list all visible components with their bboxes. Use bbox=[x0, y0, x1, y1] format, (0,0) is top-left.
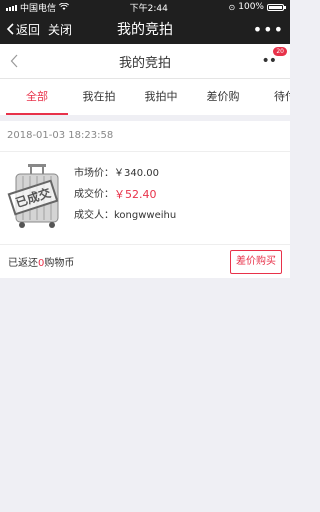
back-label: 返回 bbox=[16, 22, 41, 37]
status-time: 下午2:44 bbox=[129, 3, 168, 14]
wechat-title: 我的竞拍 bbox=[117, 22, 173, 38]
price-difference-buy-button[interactable]: 差价购买 bbox=[230, 249, 282, 274]
wechat-nav-bar: 返回 关闭 我的竞拍 ••• bbox=[0, 14, 290, 44]
tab-all[interactable]: 全部 bbox=[6, 79, 68, 115]
tab-price-difference[interactable]: 差价购 bbox=[192, 79, 254, 115]
chevron-left-icon bbox=[10, 54, 18, 68]
status-right: ⊙ 100% bbox=[228, 2, 286, 12]
status-bar: 中国电信 下午2:44 ⊙ 100% bbox=[0, 0, 290, 14]
product-image: 已成交 bbox=[7, 162, 66, 230]
status-left: 中国电信 bbox=[6, 1, 70, 14]
page-more-button[interactable]: •• bbox=[261, 53, 276, 69]
buyer-value: kongwweihu bbox=[114, 210, 177, 221]
back-button[interactable]: 返回 bbox=[6, 21, 40, 38]
battery-percent: 100% bbox=[238, 2, 264, 12]
orientation-lock-icon: ⊙ bbox=[228, 2, 236, 12]
order-product[interactable]: 已成交 市场价： ￥340.00 成交价： ￥52.40 成交人： kongww… bbox=[0, 152, 290, 244]
buyer-row: 成交人： kongwweihu bbox=[74, 205, 176, 226]
market-price-value: ￥340.00 bbox=[114, 168, 159, 179]
signal-icon bbox=[6, 3, 17, 11]
top-bar: 中国电信 下午2:44 ⊙ 100% 返回 关闭 我的竞拍 ••• bbox=[0, 0, 290, 44]
deal-price-value: ￥52.40 bbox=[114, 188, 157, 201]
more-options-button[interactable]: ••• bbox=[253, 20, 284, 39]
wifi-icon bbox=[59, 3, 70, 10]
deal-price-label: 成交价： bbox=[74, 189, 114, 200]
tab-won[interactable]: 我拍中 bbox=[130, 79, 192, 115]
tab-pending-payment[interactable]: 待付 bbox=[254, 79, 290, 115]
page-title: 我的竞拍 bbox=[118, 55, 171, 71]
battery-icon bbox=[266, 3, 286, 11]
tab-bar: 全部 我在拍 我拍中 差价购 待付 bbox=[0, 79, 290, 115]
tab-bidding[interactable]: 我在拍 bbox=[68, 79, 130, 115]
order-card: 2018-01-03 18:23:58 已成交 市场价： ￥340.00 成交价… bbox=[0, 121, 290, 278]
product-info: 市场价： ￥340.00 成交价： ￥52.40 成交人： kongwweihu bbox=[74, 162, 176, 236]
returned-prefix: 已返还 bbox=[8, 258, 38, 269]
buyer-label: 成交人： bbox=[74, 210, 114, 221]
page-header: 我的竞拍 •• 20 bbox=[0, 44, 290, 79]
message-badge: 20 bbox=[273, 47, 287, 56]
returned-suffix: 购物币 bbox=[44, 258, 75, 269]
carrier-label: 中国电信 bbox=[20, 3, 57, 14]
order-timestamp: 2018-01-03 18:23:58 bbox=[0, 121, 290, 152]
deal-price-row: 成交价： ￥52.40 bbox=[74, 184, 176, 205]
market-price-label: 市场价： bbox=[74, 168, 114, 179]
page-back-button[interactable] bbox=[10, 53, 18, 72]
close-button[interactable]: 关闭 bbox=[48, 21, 72, 38]
order-footer: 已返还0购物币 差价购买 bbox=[0, 244, 290, 278]
returned-coins-text: 已返还0购物币 bbox=[8, 254, 74, 269]
chevron-left-icon bbox=[6, 23, 14, 35]
market-price-row: 市场价： ￥340.00 bbox=[74, 163, 176, 184]
